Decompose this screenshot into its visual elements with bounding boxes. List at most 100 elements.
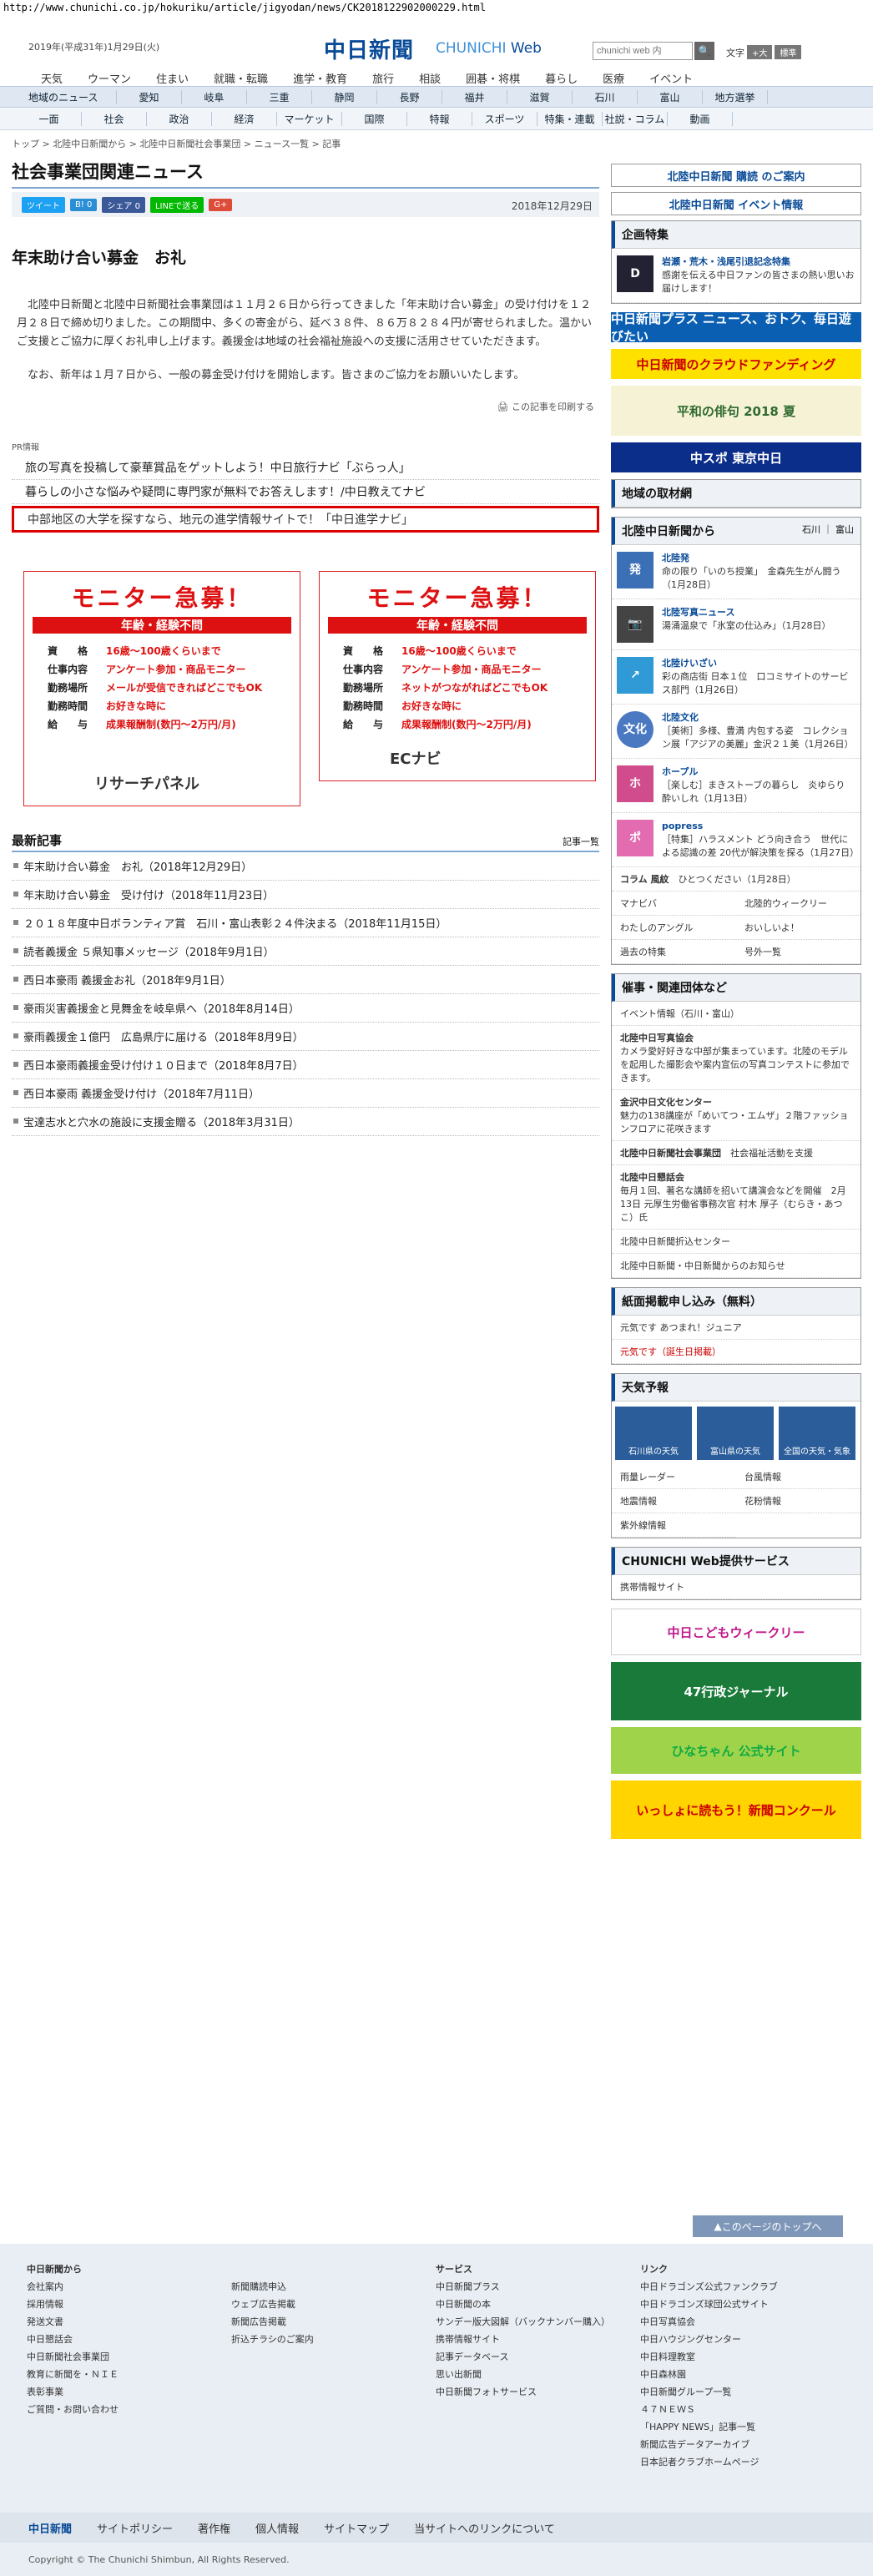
category-nav-item[interactable]: マーケット	[277, 112, 342, 126]
region-nav-item[interactable]: 地方選挙	[703, 89, 768, 104]
list-item[interactable]: 宝達志水と穴水の施設に支援金贈る（2018年3月31日）	[12, 1108, 599, 1136]
category-nav-item[interactable]: 政治	[147, 112, 212, 126]
footer-link[interactable]: 中日ハウジングセンター	[640, 2331, 845, 2348]
region-nav-item[interactable]: 石川	[573, 89, 638, 104]
apply-link[interactable]: 元気です あつまれ！ジュニア	[612, 1316, 860, 1340]
footer-link[interactable]: 採用情報	[27, 2296, 231, 2313]
pr-link-highlighted[interactable]: 中部地区の大学を探すなら、地元の進学情報サイトで！「中日進学ナビ」	[12, 506, 599, 533]
top-nav-item[interactable]: イベント	[637, 70, 705, 86]
region-nav-item[interactable]: 静岡	[312, 89, 377, 104]
top-nav-item[interactable]: 天気	[28, 70, 75, 86]
breadcrumb[interactable]: トップ > 北陸中日新聞から > 北陸中日新聞社会事業団 > ニュース一覧 > …	[12, 137, 341, 150]
region-nav-item[interactable]: 滋賀	[507, 89, 573, 104]
footer-link[interactable]: 中日森林園	[640, 2366, 845, 2383]
footer-link[interactable]: 中日ドラゴンズ公式ファンクラブ	[640, 2278, 845, 2296]
side-link[interactable]: 北陸中日新聞・中日新聞からのお知らせ	[612, 1254, 860, 1278]
list-item[interactable]: 豪雨義援金１億円 広島県庁に届ける（2018年8月9日）	[12, 1023, 599, 1051]
newspaper-contest-banner[interactable]: いっしょに読もう！新聞コンクール	[611, 1780, 861, 1839]
weather-link[interactable]: 台風情報	[736, 1465, 860, 1489]
font-large-button[interactable]: +大	[747, 45, 773, 59]
region-network[interactable]: 地域の取材網	[612, 480, 860, 508]
crowdfunding-banner[interactable]: 中日新聞のクラウドファンディング	[611, 349, 861, 379]
category-nav-item[interactable]: 社説・コラム	[603, 112, 668, 126]
feed-item[interactable]: 発北陸発 命の限り「いのち授業」 金森先生がん闘う（1月28日）	[612, 545, 860, 599]
footer-link[interactable]: 思い出新聞	[436, 2366, 640, 2383]
category-nav-item[interactable]: 社会	[82, 112, 147, 126]
footer-bar-link[interactable]: 著作権	[198, 2520, 230, 2536]
hatena-button[interactable]: B! 0	[70, 198, 98, 211]
top-nav-item[interactable]: 相談	[406, 70, 453, 86]
region-nav-item[interactable]: 岐阜	[182, 89, 247, 104]
weather-link[interactable]: 地震情報	[612, 1489, 736, 1513]
top-nav-item[interactable]: 医療	[590, 70, 637, 86]
top-nav-item[interactable]: 就職・転職	[201, 70, 280, 86]
group-item[interactable]: 北陸中日懇話会 毎月１回、著名な講師を招いて講演会などを開催 2月13日 元厚生労…	[612, 1165, 860, 1230]
side-link[interactable]: 号外一覧	[736, 940, 860, 964]
footer-link[interactable]: 中日新聞の本	[436, 2296, 640, 2313]
footer-link[interactable]: 携帯情報サイト	[436, 2331, 640, 2348]
weather-national[interactable]: 全国の天気・気象	[779, 1407, 855, 1460]
region-nav-item[interactable]: 地域のニュース	[17, 89, 117, 104]
side-link[interactable]: わたしのアングル	[612, 916, 736, 940]
ad-ec-navi[interactable]: モニター急募！ 年齢・経験不問 資 格 16歳～100歳くらいまで 仕事内容 アンケ…	[319, 571, 596, 781]
category-nav-item[interactable]: 動画	[668, 112, 733, 126]
list-item[interactable]: 読者義援金 ５県知事メッセージ（2018年9月1日）	[12, 937, 599, 966]
footer-link[interactable]: 中日新聞グループ一覧	[640, 2383, 845, 2401]
region-nav-item[interactable]: 長野	[377, 89, 442, 104]
side-link[interactable]: おいしいよ！	[736, 916, 860, 940]
category-nav-item[interactable]: 一面	[17, 112, 82, 126]
list-item[interactable]: 豪雨災害義援金と見舞金を岐阜県へ（2018年8月14日）	[12, 994, 599, 1023]
list-item[interactable]: 西日本豪雨 義援金お礼（2018年9月1日）	[12, 966, 599, 994]
footer-link[interactable]: ご質問・お問い合わせ	[27, 2401, 231, 2418]
footer-link[interactable]: 発送文書	[27, 2313, 231, 2331]
back-to-top-button[interactable]: ▲ このページのトップへ	[693, 2215, 843, 2237]
feed-item[interactable]: 文化 北陸文化 ［美術］多様、豊満 内包する姿 コレクション展「アジアの美麗」金沢２…	[612, 705, 860, 759]
font-standard-button[interactable]: 標準	[775, 45, 802, 59]
footer-link[interactable]: 中日ドラゴンズ球団公式サイト	[640, 2296, 845, 2313]
ad-research-panel[interactable]: モニター急募！ 年齢・経験不問 資 格 16歳～100歳くらいまで 仕事内容 アンケ…	[23, 571, 300, 806]
region-nav-item[interactable]: 富山	[638, 89, 703, 104]
footer-logo[interactable]: 中日新聞	[28, 2520, 72, 2536]
gplus-button[interactable]: G+	[209, 198, 233, 211]
subscribe-button[interactable]: 北陸中日新聞 購読 のご案内	[611, 164, 861, 187]
top-nav-item[interactable]: 住まい	[144, 70, 201, 86]
feed-item[interactable]: 📷 北陸写真ニュース 湯涌温泉で「氷室の仕込み」（1月28日）	[612, 599, 860, 650]
footer-link[interactable]: 日本記者クラブホームページ	[640, 2453, 845, 2471]
list-item[interactable]: 年末助け合い募金 お礼（2018年12月29日）	[12, 852, 599, 881]
feed-item[interactable]: ↗ 北陸けいざい 彩の商店街 日本１位 口コミサイトのサービス部門（1月26日）	[612, 650, 860, 705]
footer-link[interactable]: 会社案内	[27, 2278, 231, 2296]
footer-link[interactable]: 中日新聞フォトサービス	[436, 2383, 640, 2401]
pr-link[interactable]: 暮らしの小さな悩みや疑問に専門家が無料でお答えします！/中日教えてナビ	[12, 480, 599, 504]
footer-bar-link[interactable]: 個人情報	[255, 2520, 299, 2536]
top-nav-item[interactable]: 進学・教育	[280, 70, 360, 86]
event-list-link[interactable]: イベント情報（石川・富山）	[612, 1002, 860, 1026]
line-share-button[interactable]: LINEで送る	[149, 196, 204, 213]
footer-link[interactable]: 折込チラシのご案内	[231, 2331, 436, 2348]
group-item[interactable]: 北陸中日写真協会 カメラ愛好好きな中部が集まっています。北陸のモデルを起用した撮影…	[612, 1026, 860, 1090]
site-logo[interactable]: 中日新聞	[324, 33, 414, 64]
event-info-button[interactable]: 北陸中日新聞 イベント情報	[611, 192, 861, 215]
weather-link[interactable]: 紫外線情報	[612, 1513, 736, 1538]
column-link[interactable]: コラム 風紋 ひとつください（1月28日）	[612, 867, 860, 891]
top-nav-item[interactable]: 暮らし	[532, 70, 590, 86]
list-item[interactable]: 西日本豪雨 義援金受け付け（2018年7月11日）	[12, 1079, 599, 1108]
chunichi-plus-banner[interactable]: 中日新聞プラス ニュース、おトク、毎日遊びたい	[611, 311, 861, 344]
category-nav-item[interactable]: 経済	[212, 112, 277, 126]
article-list-link[interactable]: 記事一覧	[563, 835, 599, 848]
footer-link[interactable]: 表彰事業	[27, 2383, 231, 2401]
list-item[interactable]: ２０１８年度中日ボランティア賞 石川・富山表彰２４件決まる（2018年11月15…	[12, 909, 599, 937]
region-nav-item[interactable]: 福井	[442, 89, 507, 104]
footer-link[interactable]: 中日懇話会	[27, 2331, 231, 2348]
weather-link[interactable]: 雨量レーダー	[612, 1465, 736, 1489]
footer-link[interactable]: 中日新聞プラス	[436, 2278, 640, 2296]
search-button[interactable]: 🔍	[694, 42, 714, 60]
group-item[interactable]: 金沢中日文化センター 魅力の138講座が「めいてつ・エムザ」２階ファッションフロア…	[612, 1090, 860, 1141]
mobile-site-link[interactable]: 携帯情報サイト	[612, 1575, 860, 1599]
footer-link[interactable]: 新聞広告掲載	[231, 2313, 436, 2331]
footer-link[interactable]: 新聞購読申込	[231, 2278, 436, 2296]
side-link[interactable]: 北陸的ウィークリー	[736, 891, 860, 916]
region-nav-item[interactable]: 愛知	[117, 89, 182, 104]
facebook-share-button[interactable]: シェア 0	[102, 196, 145, 213]
list-item[interactable]: 年末助け合い募金 受け付け（2018年11月23日）	[12, 881, 599, 909]
search-input[interactable]	[593, 42, 693, 60]
